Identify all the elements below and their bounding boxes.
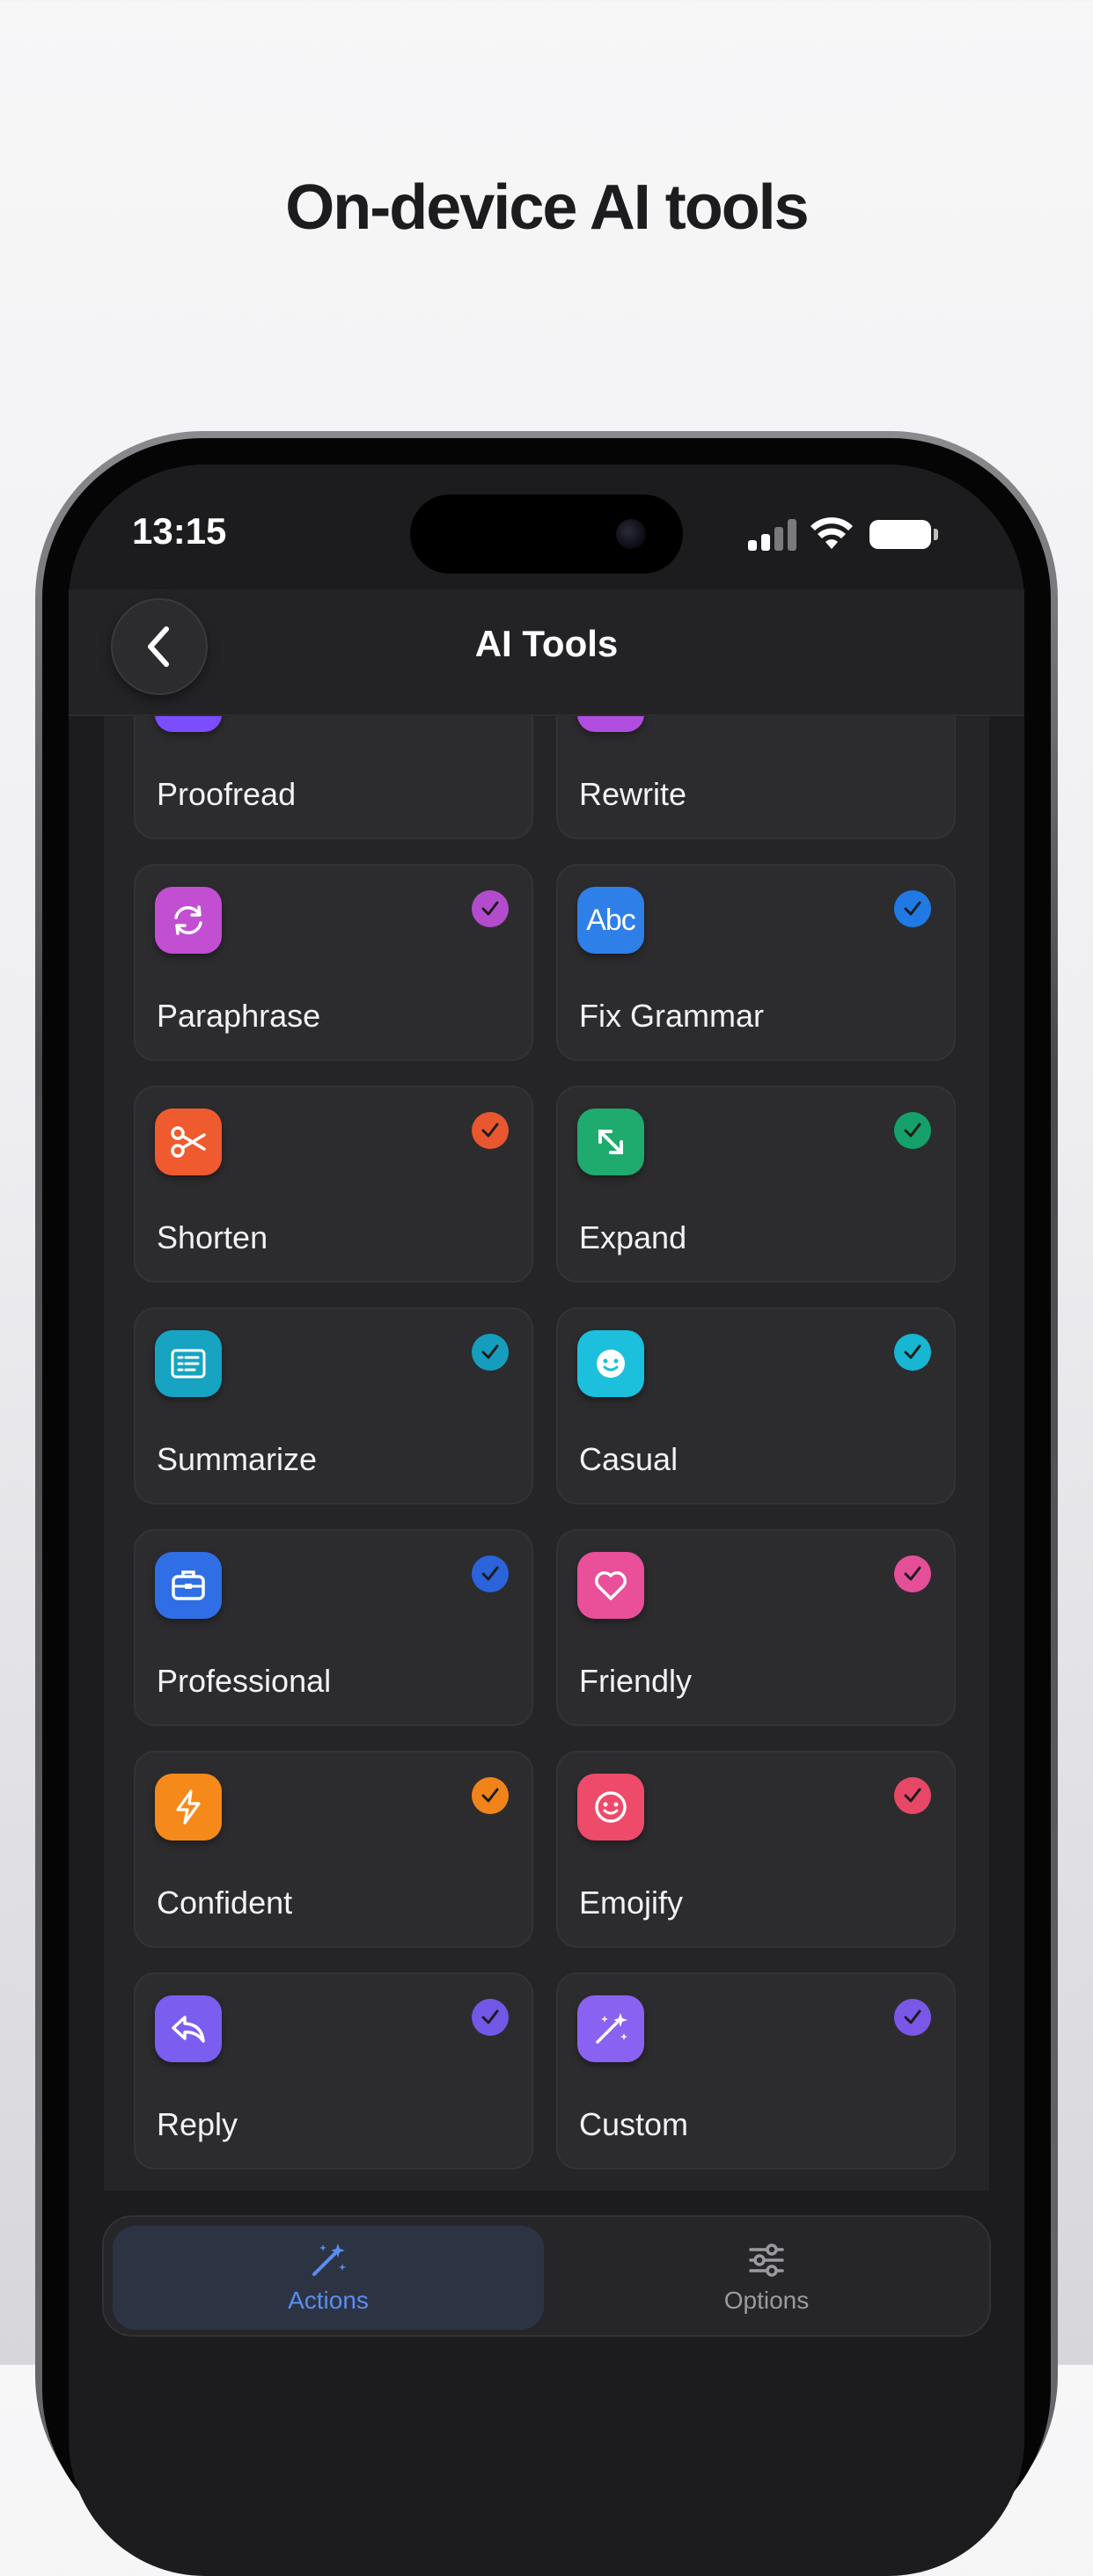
sliders-icon (749, 2243, 784, 2277)
checkmark-icon[interactable] (472, 1777, 509, 1814)
tool-card-friendly[interactable]: Friendly (556, 1529, 956, 1726)
magic-wand-icon (312, 2243, 346, 2276)
emoji-smile-icon (577, 1774, 644, 1841)
abc-glyph: Abc (586, 903, 636, 937)
tool-card-label: Casual (579, 1441, 679, 1477)
wifi-icon (811, 517, 853, 549)
page-title: AI Tools (474, 623, 619, 664)
tab-actions-label: Actions (288, 2287, 369, 2314)
checkmark-icon[interactable] (894, 1777, 931, 1814)
checkmark-icon[interactable] (894, 1334, 931, 1371)
pencil-circle-icon (577, 716, 644, 732)
tool-card-label: Friendly (579, 1663, 693, 1699)
tool-card-casual[interactable]: Casual (556, 1307, 956, 1504)
tools-grid: Proofread Rewrite Paraphrase Abc Fix Grammar… (104, 716, 989, 2191)
tool-card-proofread[interactable]: Proofread (134, 716, 533, 839)
tool-card-label: Summarize (157, 1441, 318, 1477)
battery-icon (869, 520, 938, 549)
tool-card-emojify[interactable]: Emojify (556, 1751, 956, 1948)
checkmark-icon[interactable] (894, 1999, 931, 2036)
tool-card-label: Expand (579, 1219, 687, 1255)
tool-card-label: Fix Grammar (579, 998, 764, 1034)
tab-options-label: Options (723, 2287, 810, 2314)
tool-card-label: Emojify (579, 1884, 684, 1921)
checkmark-icon[interactable] (894, 1555, 931, 1592)
tool-card-summarize[interactable]: Summarize (134, 1307, 533, 1504)
lightning-icon (155, 1774, 222, 1841)
status-time: 13:15 (132, 510, 227, 552)
expand-arrows-icon (577, 1109, 644, 1175)
tool-card-label: Rewrite (579, 776, 687, 812)
reply-arrow-icon (155, 1995, 222, 2062)
heart-icon (577, 1552, 644, 1619)
tool-card-expand[interactable]: Expand (556, 1086, 956, 1283)
document-lines-icon (155, 1330, 222, 1397)
front-camera-icon (616, 519, 646, 549)
tool-card-label: Shorten (157, 1219, 268, 1255)
cycle-arrows-icon (155, 887, 222, 954)
tab-actions[interactable]: Actions (113, 2226, 544, 2330)
headline: On-device AI tools (285, 172, 809, 243)
checkmark-icon[interactable] (894, 890, 931, 927)
checkmark-icon[interactable] (472, 1999, 509, 2036)
tool-card-label: Confident (157, 1884, 293, 1921)
gear-badge-icon (155, 716, 222, 732)
tool-card-label: Reply (157, 2106, 238, 2142)
checkmark-icon[interactable] (472, 1112, 509, 1149)
abc-text-icon: Abc (577, 887, 644, 954)
magic-wand-icon (577, 1995, 644, 2062)
tool-card-fix-grammar[interactable]: Abc Fix Grammar (556, 864, 956, 1061)
tool-card-custom[interactable]: Custom (556, 1972, 956, 2170)
tool-card-label: Professional (157, 1663, 332, 1699)
tool-card-rewrite[interactable]: Rewrite (556, 716, 956, 839)
checkmark-icon[interactable] (472, 890, 509, 927)
cellular-signal-icon (748, 519, 797, 551)
tool-card-professional[interactable]: Professional (134, 1529, 533, 1726)
checkmark-icon[interactable] (894, 1112, 931, 1149)
scissors-icon (155, 1109, 222, 1175)
tool-card-confident[interactable]: Confident (134, 1751, 533, 1948)
checkmark-icon[interactable] (472, 1555, 509, 1592)
tool-card-label: Paraphrase (157, 998, 321, 1034)
briefcase-icon (155, 1552, 222, 1619)
tab-options[interactable]: Options (551, 2226, 982, 2330)
checkmark-icon[interactable] (472, 1334, 509, 1371)
tool-card-shorten[interactable]: Shorten (134, 1086, 533, 1283)
smiley-face-icon (577, 1330, 644, 1397)
tool-card-label: Proofread (157, 776, 297, 812)
tool-card-reply[interactable]: Reply (134, 1972, 533, 2170)
tool-card-paraphrase[interactable]: Paraphrase (134, 864, 533, 1061)
tool-card-label: Custom (579, 2106, 689, 2142)
